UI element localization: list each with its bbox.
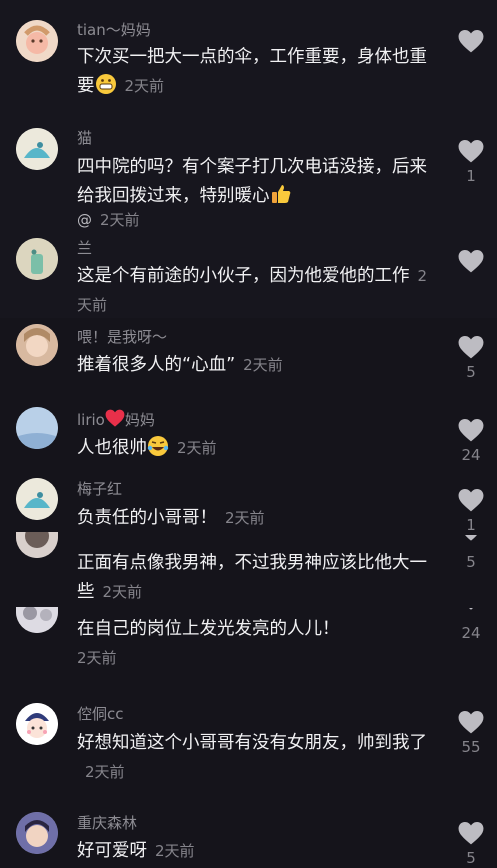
like-button[interactable]: 5	[456, 335, 486, 381]
comment-body: 在自己的岗位上发光发亮的人儿！	[77, 619, 340, 639]
like-button[interactable]: 1	[456, 139, 486, 185]
avatar[interactable]	[16, 812, 58, 854]
heart-icon	[458, 535, 484, 549]
like-button[interactable]: 1	[456, 488, 486, 534]
like-count: 5	[466, 363, 476, 381]
like-button[interactable]	[456, 249, 486, 273]
comment-time: 2天前	[177, 439, 217, 457]
comment-body: 好可爱呀	[77, 841, 147, 861]
heart-icon	[458, 608, 484, 620]
like-button[interactable]	[456, 29, 486, 53]
username[interactable]: 梅子红	[77, 478, 122, 499]
comment-time: 2天前	[77, 649, 117, 667]
avatar[interactable]	[16, 607, 58, 633]
comment-time: 2天前	[85, 763, 125, 781]
avatar[interactable]	[16, 703, 58, 745]
comment-body: 人也很帅	[77, 438, 147, 458]
avatar[interactable]	[16, 532, 58, 558]
like-button[interactable]: 24	[456, 608, 486, 642]
comment-time: 2天前	[100, 211, 140, 229]
comment-time: 2天前	[124, 77, 165, 95]
comment-body: 四中院的吗？有个案子打几次电话没接，后来给我回拨过来，特别暖心	[77, 157, 427, 206]
like-count: 24	[461, 624, 481, 642]
comment-meta: @2天前	[77, 208, 429, 232]
mention-symbol[interactable]: @	[77, 211, 92, 229]
comment-text: 这是个有前途的小伙子，因为他爱他的工作 2天前	[77, 262, 429, 318]
comment-time: 2天前	[243, 356, 283, 374]
avatar[interactable]	[16, 407, 58, 449]
comment-text: 正面有点像我男神，不过我男神应该比他大一些 2天前	[77, 549, 429, 607]
heart-icon	[458, 29, 484, 53]
comment-time: 2天前	[225, 509, 265, 527]
comment-text: 人也很帅 2天前	[77, 434, 429, 467]
like-button[interactable]: 5	[456, 821, 486, 867]
avatar[interactable]	[16, 20, 58, 62]
heart-icon	[458, 418, 484, 442]
username[interactable]: 兰	[77, 237, 92, 258]
like-count: 5	[466, 553, 476, 571]
comment-time: 2天前	[102, 583, 143, 601]
comment-text: 好可爱呀 2天前	[77, 837, 429, 866]
heart-icon	[458, 488, 484, 512]
comments-panel-top: tian～妈妈 下次买一把大一点的伞，工作重要，身体也重要 2天前 猫 四中院的吗…	[0, 0, 497, 318]
comment-body: 负责任的小哥哥！	[77, 508, 217, 528]
like-count: 1	[466, 516, 476, 534]
comment-text: 推着很多人的“心血” 2天前	[77, 351, 429, 380]
like-count: 5	[466, 849, 476, 867]
username[interactable]: 倥侗cc	[77, 703, 124, 724]
username[interactable]: 重庆森林	[77, 812, 137, 833]
grinning-emoji-icon	[95, 73, 117, 105]
username[interactable]: 喂！是我呀～	[77, 326, 167, 347]
comments-panel-bottom: 喂！是我呀～ 推着很多人的“心血” 2天前 5 lirio 妈妈 人也很帅 2天前 2…	[0, 318, 497, 868]
avatar[interactable]	[16, 324, 58, 366]
red-heart-icon	[105, 409, 125, 431]
heart-icon	[458, 249, 484, 273]
like-count: 24	[461, 446, 481, 464]
like-count: 1	[466, 167, 476, 185]
comment-body: 这是个有前途的小伙子，因为他爱他的工作	[77, 266, 410, 286]
comment-text: 在自己的岗位上发光发亮的人儿！ 2天前	[77, 615, 429, 673]
comment-body: 推着很多人的“心血”	[77, 355, 236, 375]
username-part: 妈妈	[124, 411, 155, 429]
username-part: lirio	[77, 411, 105, 429]
heart-icon	[458, 821, 484, 845]
comment-text: 负责任的小哥哥！ 2天前	[77, 504, 429, 533]
avatar[interactable]	[16, 128, 58, 170]
like-count: 55	[461, 738, 481, 756]
heart-icon	[458, 139, 484, 163]
like-button[interactable]: 24	[456, 418, 486, 464]
comment-text: 好想知道这个小哥哥有没有女朋友，帅到我了 2天前	[77, 729, 429, 787]
like-button[interactable]: 55	[456, 710, 486, 756]
comment-body: 好想知道这个小哥哥有没有女朋友，帅到我了	[77, 733, 427, 753]
username[interactable]: tian～妈妈	[77, 19, 151, 40]
comment-text: 下次买一把大一点的伞，工作重要，身体也重要 2天前	[77, 43, 429, 105]
heart-icon	[458, 710, 484, 734]
username[interactable]: 猫	[77, 127, 92, 148]
comment-text: 四中院的吗？有个案子打几次电话没接，后来给我回拨过来，特别暖心	[77, 153, 429, 215]
comment-time: 2天前	[155, 842, 195, 860]
heart-icon	[458, 335, 484, 359]
avatar[interactable]	[16, 238, 58, 280]
username[interactable]: lirio 妈妈	[77, 409, 155, 431]
avatar[interactable]	[16, 478, 58, 520]
like-button[interactable]: 5	[456, 535, 486, 571]
laughing-tears-emoji-icon	[147, 435, 169, 467]
